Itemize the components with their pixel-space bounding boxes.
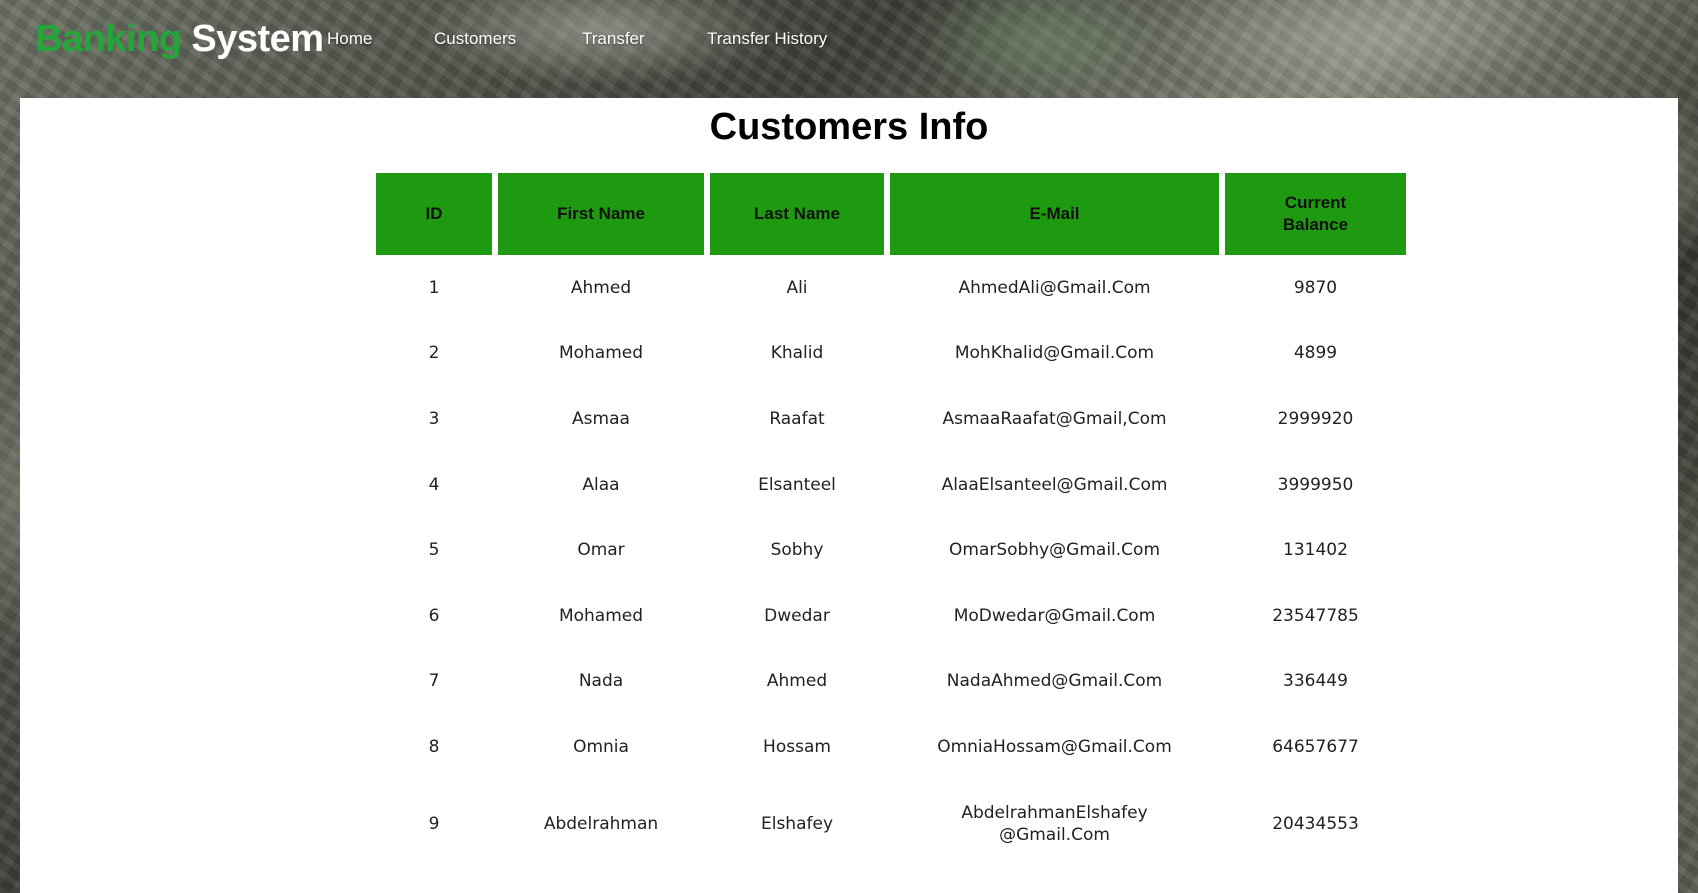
page-title: Customers Info xyxy=(709,106,989,148)
cell-id: 8 xyxy=(428,736,440,757)
cell-balance: 20434553 xyxy=(1272,813,1359,834)
cell-id: 2 xyxy=(428,343,440,364)
table-header-row: ID First Name Last Name E-Mail Current B… xyxy=(376,173,1406,255)
cell-id: 9 xyxy=(428,813,440,834)
cell-id: 3 xyxy=(428,408,440,429)
cell-last-name: Dwedar xyxy=(764,605,830,626)
brand-part-2: System xyxy=(191,18,324,60)
header-balance-line1: Current xyxy=(1284,193,1347,212)
header-id: ID xyxy=(376,173,492,255)
cell-first-name: Alaa xyxy=(582,474,620,495)
cell-first-name: Asmaa xyxy=(572,408,630,429)
cell-last-name: Elshafey xyxy=(760,813,834,834)
cell-balance: 4899 xyxy=(1293,343,1338,364)
header-current-balance: Current Balance xyxy=(1225,173,1406,255)
cell-balance: 336449 xyxy=(1283,671,1348,692)
brand-part-1: Banking xyxy=(35,18,182,60)
cell-email-line2: @Gmail.Com xyxy=(999,824,1110,845)
cell-id: 5 xyxy=(428,540,440,561)
cell-last-name: Khalid xyxy=(770,343,824,364)
cell-balance: 64657677 xyxy=(1272,736,1359,757)
cell-email: AsmaaRaafat@Gmail,Com xyxy=(942,408,1167,429)
nav-transfer-history-link[interactable]: Transfer History xyxy=(707,29,827,49)
table-row[interactable]: 5 Omar Sobhy OmarSobhy@Gmail.Com 131402 xyxy=(376,517,1406,583)
table-row[interactable]: 8 Omnia Hossam OmniaHossam@Gmail.Com 646… xyxy=(376,714,1406,780)
cell-email: MoDwedar@Gmail.Com xyxy=(953,605,1156,626)
cell-last-name: Ali xyxy=(786,277,808,298)
header-balance-line2: Balance xyxy=(1282,215,1349,234)
cell-last-name: Ahmed xyxy=(766,671,828,692)
content-panel: Customers Info ID First Name Last Name E… xyxy=(20,98,1678,893)
header-email: E-Mail xyxy=(890,173,1219,255)
table-row[interactable]: 7 Nada Ahmed NadaAhmed@Gmail.Com 336449 xyxy=(376,649,1406,715)
nav-customers-link[interactable]: Customers xyxy=(434,29,516,49)
cell-id: 7 xyxy=(428,671,440,692)
cell-email: AbdelrahmanElshafey @Gmail.Com xyxy=(890,780,1219,868)
nav-transfer-link[interactable]: Transfer xyxy=(582,29,645,49)
cell-email: AhmedAli@Gmail.Com xyxy=(958,277,1151,298)
cell-email: MohKhalid@Gmail.Com xyxy=(954,343,1155,364)
table-row[interactable]: 6 Mohamed Dwedar MoDwedar@Gmail.Com 2354… xyxy=(376,583,1406,649)
cell-email: OmarSobhy@Gmail.Com xyxy=(949,540,1160,561)
cell-first-name: Nada xyxy=(578,671,624,692)
cell-id: 6 xyxy=(428,605,440,626)
top-header: Banking System Home Customers Transfer Tr… xyxy=(0,0,1698,98)
table-row[interactable]: 1 Ahmed Ali AhmedAli@Gmail.Com 9870 xyxy=(376,255,1406,321)
cell-first-name: Mohamed xyxy=(558,605,644,626)
cell-balance: 23547785 xyxy=(1272,605,1359,626)
cell-first-name: Omnia xyxy=(573,736,629,757)
cell-balance: 2999920 xyxy=(1277,408,1354,429)
cell-id: 1 xyxy=(428,277,440,298)
cell-last-name: Sobhy xyxy=(770,540,824,561)
cell-email: AlaaElsanteel@Gmail.Com xyxy=(941,474,1168,495)
customers-table: ID First Name Last Name E-Mail Current B… xyxy=(370,173,1412,868)
table-row[interactable]: 2 Mohamed Khalid MohKhalid@Gmail.Com 489… xyxy=(376,321,1406,387)
header-last-name: Last Name xyxy=(710,173,884,255)
cell-first-name: Omar xyxy=(577,540,625,561)
cell-first-name: Mohamed xyxy=(558,343,644,364)
brand-logo[interactable]: Banking System xyxy=(35,18,324,61)
cell-last-name: Hossam xyxy=(763,736,831,757)
cell-balance: 131402 xyxy=(1283,540,1348,561)
nav-home-link[interactable]: Home xyxy=(327,29,372,49)
cell-first-name: Abdelrahman xyxy=(543,813,659,834)
cell-email: NadaAhmed@Gmail.Com xyxy=(946,671,1163,692)
cell-last-name: Elsanteel xyxy=(758,474,836,495)
cell-email: OmniaHossam@Gmail.Com xyxy=(937,736,1172,757)
table-row[interactable]: 9 Abdelrahman Elshafey AbdelrahmanElshaf… xyxy=(376,780,1406,868)
cell-last-name: Raafat xyxy=(769,408,825,429)
cell-balance: 9870 xyxy=(1293,277,1338,298)
table-row[interactable]: 4 Alaa Elsanteel AlaaElsanteel@Gmail.Com… xyxy=(376,452,1406,518)
header-first-name: First Name xyxy=(498,173,704,255)
table-row[interactable]: 3 Asmaa Raafat AsmaaRaafat@Gmail,Com 299… xyxy=(376,386,1406,452)
cell-id: 4 xyxy=(428,474,440,495)
cell-first-name: Ahmed xyxy=(570,277,632,298)
cell-email-line1: AbdelrahmanElshafey xyxy=(961,802,1148,823)
cell-balance: 3999950 xyxy=(1277,474,1354,495)
